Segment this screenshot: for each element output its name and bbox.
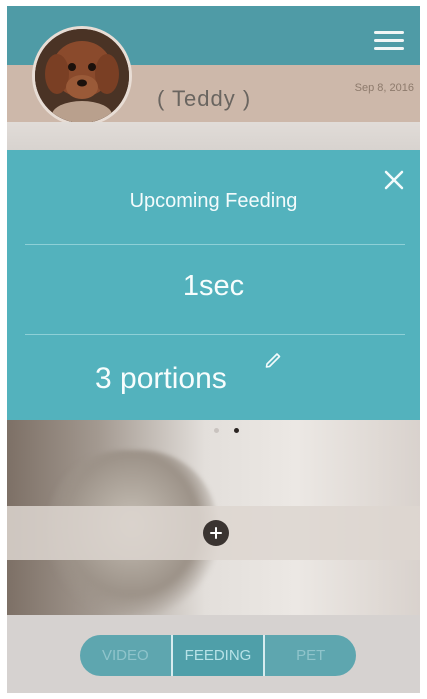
close-icon[interactable] [382, 168, 406, 192]
feeding-countdown: 1sec [182, 270, 245, 302]
photo-strip [7, 122, 420, 150]
tab-pet[interactable]: PET [265, 635, 356, 676]
hamburger-menu-icon[interactable] [374, 31, 404, 51]
pet-avatar[interactable] [32, 26, 132, 126]
carousel-dot-2[interactable] [234, 428, 239, 433]
plus-circle-icon[interactable] [203, 520, 229, 546]
tab-video[interactable]: VIDEO [80, 635, 173, 676]
tab-feeding[interactable]: FEEDING [172, 635, 266, 676]
divider [25, 334, 405, 335]
pet-name: ( Teddy ) [157, 86, 252, 111]
app-screen: ( Teddy ) Sep 8, 2016 Upcoming Feeding 1… [7, 6, 420, 693]
date-label: Sep 8, 2016 [354, 82, 414, 94]
upcoming-feeding-panel: Upcoming Feeding 1sec 3 portions [7, 150, 420, 420]
dog-photo-icon [35, 29, 129, 123]
carousel-dot-1[interactable] [214, 428, 219, 433]
bottom-bar: VIDEO FEEDING PET [7, 615, 420, 693]
pencil-edit-icon[interactable] [262, 347, 284, 369]
tab-switcher: VIDEO FEEDING PET [80, 635, 356, 676]
portions-value: 3 portions [95, 362, 227, 395]
divider [25, 244, 405, 245]
panel-title: Upcoming Feeding [129, 190, 298, 212]
